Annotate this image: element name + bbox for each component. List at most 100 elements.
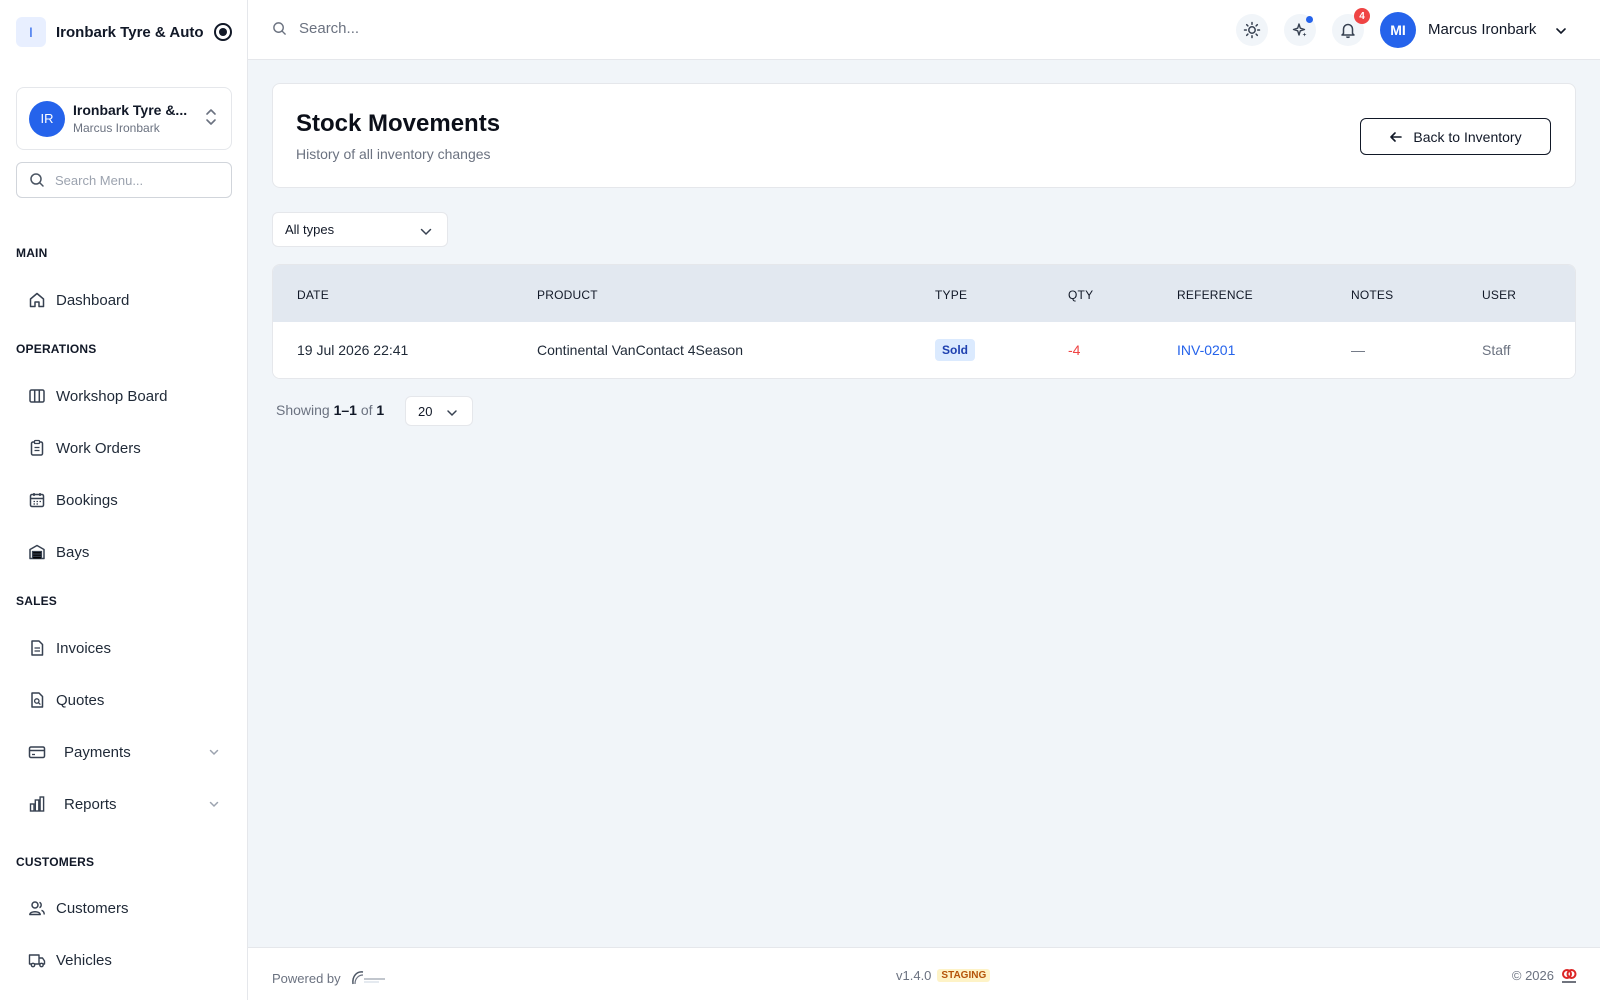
menu-search-input[interactable]: Search Menu... <box>16 162 232 198</box>
sidebar-item-label: Bays <box>56 543 90 561</box>
type-badge: Sold <box>935 339 975 361</box>
chevron-down-icon <box>446 407 458 422</box>
cell-user: Staff <box>1482 342 1511 358</box>
arrow-left-icon <box>1390 131 1403 142</box>
version-number: v1.4.0 <box>896 968 932 983</box>
sparkles-icon <box>1292 23 1307 37</box>
type-filter-value: All types <box>285 222 335 237</box>
pagination-range: 1–1 <box>333 402 357 418</box>
column-header-type[interactable]: TYPE <box>935 288 967 302</box>
copyright-text: © 2026 <box>1511 967 1554 983</box>
vendor-logo-icon[interactable] <box>349 968 387 988</box>
sidebar-item-reports[interactable]: Reports <box>28 788 224 820</box>
cell-date: 19 Jul 2026 22:41 <box>297 342 409 358</box>
table-header: DATE PRODUCT TYPE QTY REFERENCE NOTES US… <box>273 265 1575 322</box>
sidebar-toggle-icon[interactable] <box>214 23 232 41</box>
per-page-select[interactable]: 20 <box>405 396 473 426</box>
credit-card-icon <box>28 743 46 761</box>
sidebar-item-label: Quotes <box>56 691 105 709</box>
garage-icon <box>28 543 46 561</box>
sidebar-item-bookings[interactable]: Bookings <box>28 484 224 516</box>
theme-toggle-button[interactable] <box>1236 14 1268 46</box>
reference-link[interactable]: INV-0201 <box>1177 342 1235 358</box>
sidebar-item-vehicles[interactable]: Vehicles <box>28 944 224 976</box>
clipboard-icon <box>28 439 46 457</box>
column-header-product[interactable]: PRODUCT <box>537 288 598 302</box>
column-header-qty[interactable]: QTY <box>1068 288 1093 302</box>
bar-chart-icon <box>28 795 46 813</box>
user-menu-name[interactable]: Marcus Ironbark <box>1428 21 1536 38</box>
sidebar-item-workshop-board[interactable]: Workshop Board <box>28 380 224 412</box>
search-icon <box>273 22 286 35</box>
cell-product: Continental VanContact 4Season <box>537 342 743 358</box>
document-search-icon <box>28 691 46 709</box>
app-version: v1.4.0 STAGING <box>896 968 991 983</box>
calendar-icon <box>28 491 46 509</box>
org-switcher[interactable]: IR Ironbark Tyre &... Marcus Ironbark <box>16 87 232 150</box>
type-filter-select[interactable]: All types <box>272 212 448 247</box>
ai-assistant-button[interactable] <box>1284 14 1316 46</box>
global-search-input[interactable]: Search... <box>272 20 359 37</box>
document-icon <box>28 639 46 657</box>
chevron-down-icon[interactable] <box>1554 24 1568 43</box>
section-label-main: MAIN <box>16 246 48 260</box>
brand[interactable]: I Ironbark Tyre & Auto <box>16 16 232 48</box>
pagination-total: 1 <box>376 402 385 418</box>
powered-by-label: Powered by <box>272 970 341 986</box>
notifications-button[interactable]: 4 <box>1332 8 1370 46</box>
page-header: Stock Movements History of all inventory… <box>272 83 1576 188</box>
sidebar-item-label: Invoices <box>56 639 112 657</box>
sidebar-item-label: Dashboard <box>56 291 130 309</box>
sun-icon <box>1243 21 1261 39</box>
brand-name: Ironbark Tyre & Auto <box>56 23 204 41</box>
users-icon <box>28 899 46 917</box>
sidebar-item-label: Vehicles <box>56 951 112 969</box>
home-icon <box>28 291 46 309</box>
table-row[interactable]: 19 Jul 2026 22:41 Continental VanContact… <box>273 322 1575 378</box>
bell-icon <box>1341 23 1355 39</box>
copyright: © 2026 <box>1512 966 1578 984</box>
chevron-down-icon[interactable] <box>208 745 220 762</box>
search-icon <box>30 173 44 187</box>
sidebar-item-label: Payments <box>64 743 131 761</box>
per-page-value: 20 <box>418 403 433 419</box>
new-indicator-dot <box>1306 16 1313 23</box>
column-header-notes[interactable]: NOTES <box>1351 288 1393 302</box>
company-logo-icon <box>1562 969 1577 983</box>
sidebar-item-label: Work Orders <box>56 439 141 457</box>
sidebar-item-label: Customers <box>56 899 129 917</box>
stock-movements-table: DATE PRODUCT TYPE QTY REFERENCE NOTES US… <box>272 264 1576 379</box>
chevron-up-down-icon <box>205 108 217 128</box>
global-search-placeholder: Search... <box>299 20 360 37</box>
sidebar-item-payments[interactable]: Payments <box>28 736 224 768</box>
section-label-sales: SALES <box>16 594 58 608</box>
chevron-down-icon <box>419 225 433 242</box>
back-to-inventory-button[interactable]: Back to Inventory <box>1360 118 1551 155</box>
pagination-prefix: Showing <box>276 402 330 418</box>
chevron-down-icon[interactable] <box>208 797 220 814</box>
cell-qty: -4 <box>1068 342 1081 358</box>
sidebar-item-work-orders[interactable]: Work Orders <box>28 432 224 464</box>
powered-by: Powered by <box>272 968 387 988</box>
back-button-label: Back to Inventory <box>1413 128 1522 145</box>
sidebar-item-bays[interactable]: Bays <box>28 536 224 568</box>
sidebar-item-label: Bookings <box>56 491 118 509</box>
menu-search-placeholder: Search Menu... <box>55 172 144 188</box>
footer: Powered by v1.4.0 STAGING © 2026 <box>248 947 1600 1000</box>
notification-count-badge: 4 <box>1354 8 1370 24</box>
column-header-reference[interactable]: REFERENCE <box>1177 288 1253 302</box>
page-subtitle: History of all inventory changes <box>296 146 491 162</box>
pagination-summary: Showing 1–1 of 1 <box>276 402 384 418</box>
section-label-operations: OPERATIONS <box>16 342 97 356</box>
truck-icon <box>28 951 46 969</box>
user-avatar[interactable]: MI <box>1380 12 1416 48</box>
sidebar-item-dashboard[interactable]: Dashboard <box>28 284 224 316</box>
topbar: Search... 4 MI Marcus Ironbark <box>248 0 1600 60</box>
sidebar-item-customers[interactable]: Customers <box>28 892 224 924</box>
pagination-of: of <box>360 402 373 418</box>
sidebar-item-quotes[interactable]: Quotes <box>28 684 224 716</box>
sidebar-item-invoices[interactable]: Invoices <box>28 632 224 664</box>
column-header-date[interactable]: DATE <box>297 288 329 302</box>
org-avatar: IR <box>29 100 65 137</box>
column-header-user[interactable]: USER <box>1482 288 1516 302</box>
